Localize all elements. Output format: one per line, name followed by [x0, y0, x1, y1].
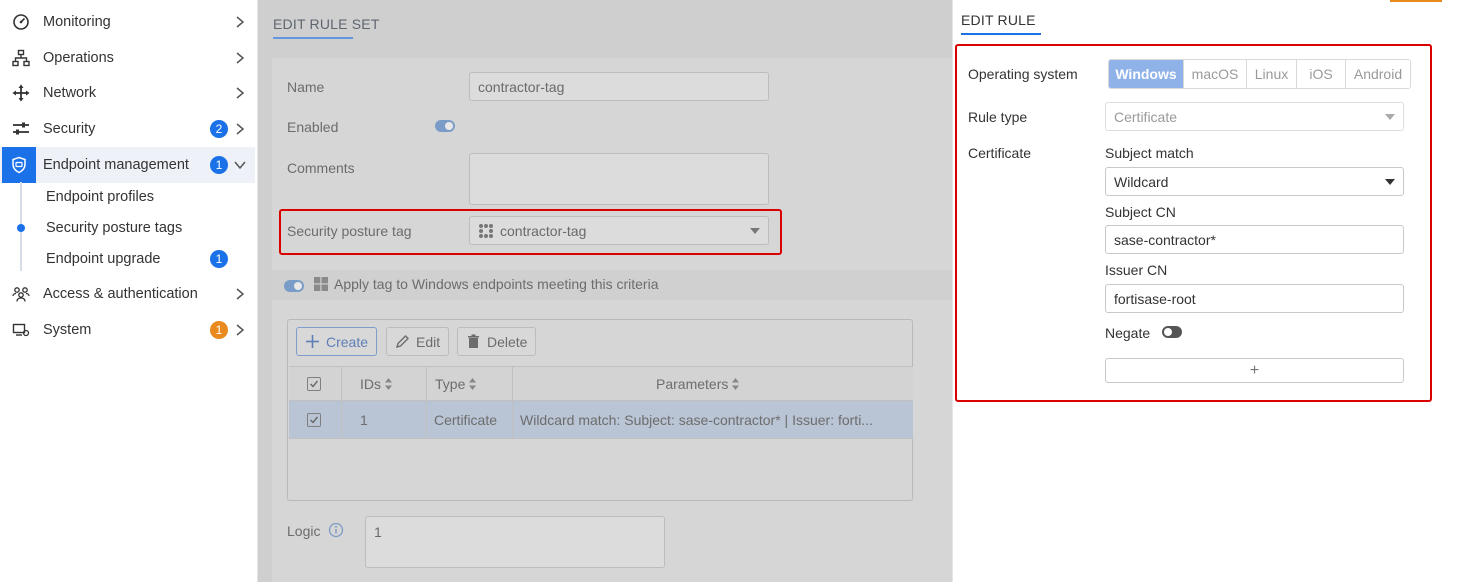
sidebar-item-network[interactable]: Network — [0, 75, 255, 111]
column-separator — [341, 367, 342, 400]
apply-tag-text: Apply tag to Windows endpoints meeting t… — [334, 276, 659, 292]
comments-label: Comments — [287, 160, 355, 176]
column-header-ids[interactable]: IDs — [360, 367, 393, 400]
sidebar-item-system[interactable]: System 1 — [0, 312, 255, 348]
info-icon[interactable] — [328, 522, 344, 538]
delete-button[interactable]: Delete — [457, 327, 537, 356]
logic-label: Logic — [287, 523, 321, 539]
sidebar-item-label: Access & authentication — [43, 286, 198, 302]
sort-icon — [732, 377, 740, 390]
column-separator — [512, 367, 513, 400]
gauge-icon — [12, 13, 30, 31]
apply-tag-toggle[interactable] — [284, 280, 304, 292]
sidebar-item-label: Monitoring — [43, 14, 111, 30]
hierarchy-icon — [12, 49, 30, 67]
sidebar-subitem-security-posture-tags[interactable]: Security posture tags — [0, 212, 255, 243]
chevron-right-icon — [233, 323, 247, 337]
row-id: 1 — [360, 411, 368, 428]
windows-icon — [314, 277, 328, 291]
column-separator — [426, 401, 427, 438]
name-input[interactable]: contractor-tag — [469, 72, 769, 101]
sidebar-subitem-endpoint-profiles[interactable]: Endpoint profiles — [0, 181, 255, 212]
notification-badge: 1 — [210, 156, 228, 174]
row-checkbox[interactable] — [307, 401, 321, 438]
top-accent-bar — [1390, 0, 1442, 2]
sidebar-item-operations[interactable]: Operations — [0, 40, 255, 76]
shield-icon — [2, 147, 36, 183]
create-button[interactable]: Create — [296, 327, 378, 356]
enabled-toggle[interactable] — [435, 120, 455, 132]
notification-badge: 1 — [210, 321, 228, 339]
sliders-icon — [12, 120, 30, 138]
chevron-right-icon — [233, 86, 247, 100]
sidebar-item-endpoint-management[interactable]: Endpoint management 1 — [0, 147, 255, 183]
row-parameters: Wildcard match: Subject: sase-contractor… — [520, 411, 873, 428]
sidebar-item-label: Operations — [43, 50, 114, 66]
logic-textarea[interactable]: 1 — [365, 516, 665, 568]
trash-icon — [466, 334, 481, 349]
page-title: EDIT RULE SET — [273, 16, 380, 32]
select-all-checkbox[interactable] — [307, 367, 321, 400]
move-arrows-icon — [12, 84, 30, 102]
delete-label: Delete — [487, 333, 528, 350]
sidebar: Monitoring Operations Network Security 2… — [0, 0, 258, 582]
title-underline — [273, 37, 353, 39]
sort-icon — [469, 377, 477, 390]
column-separator — [426, 367, 427, 400]
notification-badge: 1 — [210, 249, 228, 268]
highlight-frame — [279, 209, 782, 255]
sidebar-subitem-endpoint-upgrade[interactable]: Endpoint upgrade 1 — [0, 243, 255, 274]
enabled-label: Enabled — [287, 119, 339, 135]
notification-badge: 2 — [210, 120, 228, 138]
edit-label: Edit — [416, 333, 441, 350]
users-icon — [12, 285, 30, 303]
plus-icon — [305, 334, 320, 349]
sidebar-subitem-label: Endpoint profiles — [46, 188, 155, 205]
sidebar-subitem-label: Endpoint upgrade — [46, 250, 161, 267]
comments-textarea[interactable] — [469, 153, 769, 205]
rules-table: Create Edit Delete IDs Type Parameters 1… — [287, 319, 913, 501]
column-separator — [341, 401, 342, 438]
highlight-frame — [955, 44, 1432, 402]
row-type: Certificate — [434, 411, 498, 428]
column-separator — [512, 401, 513, 438]
edit-button[interactable]: Edit — [386, 327, 450, 356]
column-header-label: IDs — [360, 375, 381, 392]
chevron-right-icon — [233, 51, 247, 65]
sidebar-subitem-label: Security posture tags — [46, 219, 183, 236]
system-icon — [12, 321, 30, 339]
chevron-right-icon — [233, 287, 247, 301]
active-indicator-dot — [17, 224, 25, 232]
column-header-type[interactable]: Type — [435, 367, 477, 400]
edit-rule-panel: EDIT RULE Operating system Windows macOS… — [952, 0, 1458, 582]
chevron-down-icon — [233, 158, 247, 172]
create-label: Create — [326, 333, 369, 350]
name-label: Name — [287, 79, 325, 95]
sidebar-item-label: Endpoint management — [43, 157, 189, 173]
panel-title: EDIT RULE — [961, 12, 1036, 28]
sidebar-item-label: Network — [43, 85, 97, 101]
sidebar-item-label: Security — [43, 121, 96, 137]
column-header-label: Type — [435, 375, 466, 392]
chevron-right-icon — [233, 15, 247, 29]
column-header-parameters[interactable]: Parameters — [656, 367, 740, 400]
sidebar-item-monitoring[interactable]: Monitoring — [0, 4, 255, 40]
sidebar-item-security[interactable]: Security 2 — [0, 111, 255, 147]
sidebar-item-access-authentication[interactable]: Access & authentication — [0, 276, 255, 312]
sort-icon — [385, 377, 392, 390]
table-header: IDs Type Parameters — [289, 366, 913, 401]
sidebar-item-label: System — [43, 322, 92, 338]
pencil-icon — [395, 334, 410, 349]
title-underline — [961, 33, 1041, 35]
column-header-label: Parameters — [656, 375, 729, 392]
table-row[interactable]: 1 Certificate Wildcard match: Subject: s… — [289, 401, 913, 439]
chevron-right-icon — [233, 122, 247, 136]
